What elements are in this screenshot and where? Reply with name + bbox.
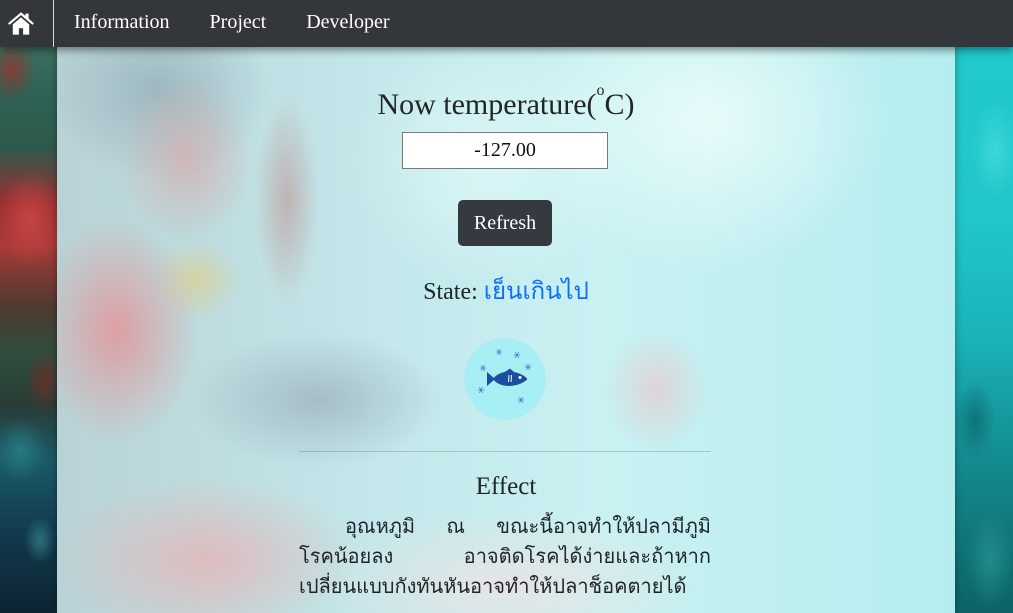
- top-navbar: Information Project Developer: [0, 0, 1013, 47]
- effect-description: อุณหภูมิ ณ ขณะนี้อาจทำให้ปลามีภูมิต้านทา…: [299, 512, 711, 602]
- content-panel: Now temperature(oC) Refresh State:เย็นเก…: [57, 0, 955, 613]
- temperature-field[interactable]: [402, 132, 608, 169]
- nav-item-developer[interactable]: Developer: [306, 0, 389, 44]
- snowflake-icon: [495, 349, 503, 355]
- state-label: State:: [423, 279, 478, 305]
- cold-fish-graphic: [477, 349, 532, 403]
- snowflake-icon: [517, 397, 525, 403]
- effect-line: เปลี่ยนแบบกังทันหันอาจทำให้ปลาช็อคตายได้: [299, 576, 687, 598]
- nav-item-information[interactable]: Information: [74, 0, 170, 44]
- temperature-heading-unit: C): [604, 88, 635, 121]
- nav-item-project[interactable]: Project: [210, 0, 267, 44]
- background-image-left: [0, 0, 57, 613]
- snowflake-icon: [513, 352, 521, 358]
- snowflake-icon: [524, 364, 532, 370]
- effect-line: อุณหภูมิ ณ ขณะนี้อาจทำให้ปลามีภูมิต้านทา…: [345, 516, 711, 538]
- temperature-heading: Now temperature(oC): [57, 83, 955, 123]
- home-icon: [8, 12, 34, 35]
- page: Now temperature(oC) Refresh State:เย็นเก…: [0, 0, 1013, 613]
- fish-fin: [504, 368, 514, 373]
- fish-body: [493, 371, 528, 386]
- fish-eye: [518, 376, 522, 379]
- refresh-button[interactable]: Refresh: [458, 200, 552, 246]
- state-line: State: เย็นเกินไป: [57, 277, 955, 307]
- degree-symbol: o: [596, 82, 605, 99]
- snowflake-icon: [477, 387, 485, 393]
- temperature-heading-text: Now temperature(: [377, 88, 597, 121]
- cold-fish-icon: [464, 338, 546, 420]
- home-link[interactable]: [0, 0, 54, 47]
- snowflake-icon: [479, 365, 487, 371]
- effect-heading: Effect: [475, 473, 537, 500]
- nav-menu: Information Project Developer: [74, 0, 389, 44]
- fish-icon: [487, 368, 528, 386]
- state-value: เย็นเกินไป: [483, 279, 589, 305]
- effect-line: โรคน้อยลง อาจติดโรคได้ง่ายและถ้าหากอุณหภ…: [299, 546, 711, 568]
- background-image-right: [955, 0, 1013, 613]
- divider: [299, 451, 711, 452]
